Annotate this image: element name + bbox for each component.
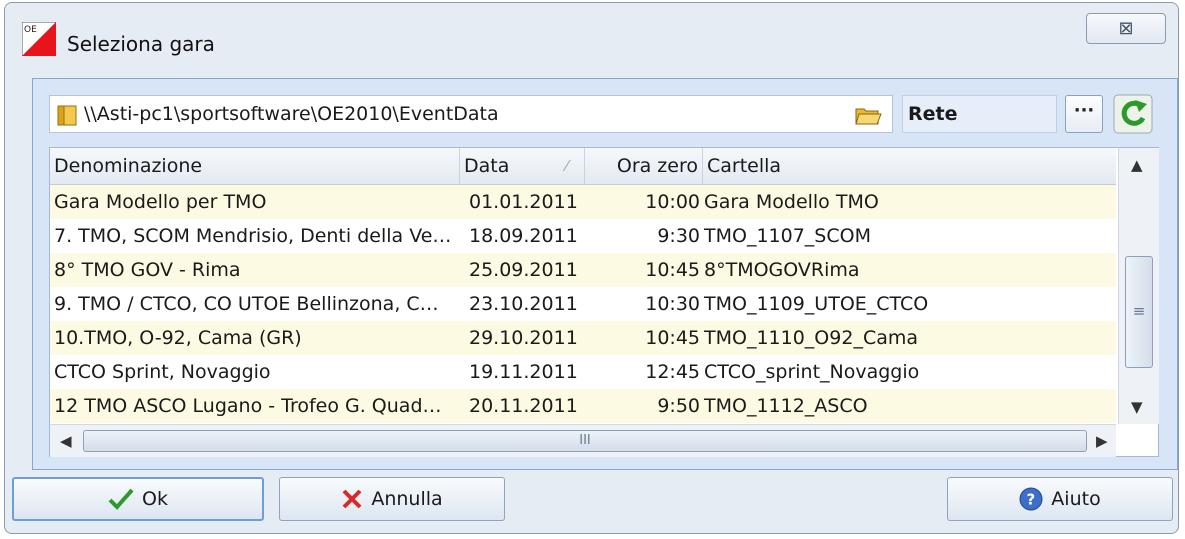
table-row[interactable]: CTCO Sprint, Novaggio 19.11.2011 12:45 C… bbox=[50, 355, 1116, 389]
column-header-date-label: Data bbox=[464, 155, 510, 177]
ok-button[interactable]: Ok bbox=[12, 477, 264, 521]
row-name: 7. TMO, SCOM Mendrisio, Denti della Ve… bbox=[54, 225, 452, 247]
row-folder: CTCO_sprint_Novaggio bbox=[704, 361, 920, 383]
help-button-label: Aiuto bbox=[1051, 488, 1101, 510]
svg-text:?: ? bbox=[1027, 491, 1036, 509]
table-row[interactable]: 8° TMO GOV - Rima 25.09.2011 10:45 8°TMO… bbox=[50, 253, 1116, 287]
row-date: 20.11.2011 bbox=[469, 395, 578, 417]
cancel-button[interactable]: Annulla bbox=[279, 477, 505, 521]
folder-icon bbox=[57, 105, 77, 126]
row-time: 12:45 bbox=[645, 361, 700, 383]
row-time: 10:00 bbox=[645, 191, 700, 213]
table-row[interactable]: 12 TMO ASCO Lugano - Trofeo G. Quad… 20.… bbox=[50, 389, 1116, 423]
row-folder: Gara Modello TMO bbox=[704, 191, 879, 213]
help-button[interactable]: ? Aiuto bbox=[947, 477, 1173, 521]
path-text: \\Asti-pc1\sportsoftware\OE2010\EventDat… bbox=[84, 103, 499, 125]
close-button[interactable]: ⊠ bbox=[1086, 13, 1166, 44]
row-date: 18.09.2011 bbox=[469, 225, 578, 247]
column-header-time-label: Ora zero bbox=[616, 155, 698, 177]
scroll-down-arrow-icon[interactable]: ▼ bbox=[1131, 398, 1143, 416]
scroll-right-arrow-icon[interactable]: ▶ bbox=[1096, 432, 1108, 450]
row-name: Gara Modello per TMO bbox=[54, 191, 267, 213]
ok-button-label: Ok bbox=[142, 488, 168, 510]
column-header-folder[interactable]: Cartella bbox=[703, 148, 1116, 184]
dialog-window: OE Seleziona gara ⊠ \\Asti-pc1\sportsoft… bbox=[4, 2, 1179, 534]
column-header-name-label: Denominazione bbox=[54, 155, 203, 177]
table-row[interactable]: Gara Modello per TMO 01.01.2011 10:00 Ga… bbox=[50, 185, 1116, 219]
sort-ascending-icon: ⁄ bbox=[565, 157, 568, 175]
event-panel: \\Asti-pc1\sportsoftware\OE2010\EventDat… bbox=[32, 78, 1178, 470]
x-icon bbox=[342, 489, 362, 509]
table-row[interactable]: 10.TMO, O-92, Cama (GR) 29.10.2011 10:45… bbox=[50, 321, 1116, 355]
row-time: 10:45 bbox=[645, 327, 700, 349]
close-icon: ⊠ bbox=[1118, 18, 1134, 39]
column-header-name[interactable]: Denominazione bbox=[50, 148, 460, 184]
row-folder: TMO_1109_UTOE_CTCO bbox=[704, 293, 929, 315]
open-folder-icon[interactable] bbox=[854, 103, 882, 127]
row-date: 29.10.2011 bbox=[469, 327, 578, 349]
location-label: Rete bbox=[908, 103, 958, 125]
cancel-button-label: Annulla bbox=[371, 488, 443, 510]
vertical-scroll-thumb[interactable]: ≡ bbox=[1125, 256, 1153, 368]
table-row[interactable]: 9. TMO / CTCO, CO UTOE Bellinzona, C… 23… bbox=[50, 287, 1116, 321]
grip-icon: III bbox=[579, 433, 591, 448]
grip-icon: ≡ bbox=[1132, 302, 1146, 320]
refresh-icon[interactable] bbox=[1113, 94, 1153, 134]
checkmark-icon bbox=[108, 488, 134, 510]
row-name: 10.TMO, O-92, Cama (GR) bbox=[54, 327, 302, 349]
row-name: 12 TMO ASCO Lugano - Trofeo G. Quad… bbox=[54, 395, 442, 417]
horizontal-scrollbar[interactable]: ◀ III ▶ bbox=[50, 424, 1116, 457]
row-date: 23.10.2011 bbox=[469, 293, 578, 315]
row-folder: TMO_1110_O92_Cama bbox=[704, 327, 919, 349]
row-date: 19.11.2011 bbox=[469, 361, 578, 383]
row-date: 25.09.2011 bbox=[469, 259, 578, 281]
browse-button[interactable]: ··· bbox=[1065, 95, 1103, 133]
table-header: Denominazione Data ⁄ Ora zero Cartella bbox=[50, 148, 1116, 185]
column-header-time[interactable]: Ora zero bbox=[585, 148, 703, 184]
row-time: 10:45 bbox=[645, 259, 700, 281]
title-bar: OE Seleziona gara ⊠ bbox=[5, 3, 1178, 75]
row-folder: TMO_1112_ASCO bbox=[704, 395, 868, 417]
events-table: Denominazione Data ⁄ Ora zero Cartella G… bbox=[49, 147, 1159, 457]
path-field[interactable]: \\Asti-pc1\sportsoftware\OE2010\EventDat… bbox=[49, 95, 893, 133]
row-name: CTCO Sprint, Novaggio bbox=[54, 361, 271, 383]
scroll-left-arrow-icon[interactable]: ◀ bbox=[60, 432, 72, 450]
row-name: 8° TMO GOV - Rima bbox=[54, 259, 241, 281]
row-date: 01.01.2011 bbox=[469, 191, 578, 213]
row-time: 9:30 bbox=[657, 225, 700, 247]
row-time: 10:30 bbox=[645, 293, 700, 315]
window-title: Seleziona gara bbox=[67, 32, 215, 56]
row-time: 9:50 bbox=[657, 395, 700, 417]
table-row[interactable]: 7. TMO, SCOM Mendrisio, Denti della Ve… … bbox=[50, 219, 1116, 253]
row-folder: TMO_1107_SCOM bbox=[704, 225, 871, 247]
ellipsis-icon: ··· bbox=[1073, 100, 1095, 121]
location-box: Rete bbox=[902, 95, 1057, 133]
horizontal-scroll-thumb[interactable]: III bbox=[83, 430, 1087, 452]
row-name: 9. TMO / CTCO, CO UTOE Bellinzona, C… bbox=[54, 293, 439, 315]
app-logo-icon: OE bbox=[22, 22, 56, 56]
column-header-folder-label: Cartella bbox=[707, 155, 782, 177]
help-icon: ? bbox=[1019, 487, 1043, 511]
column-header-date[interactable]: Data ⁄ bbox=[460, 148, 585, 184]
scroll-up-arrow-icon[interactable]: ▲ bbox=[1131, 156, 1143, 174]
row-folder: 8°TMOGOVRima bbox=[704, 259, 860, 281]
svg-text:OE: OE bbox=[24, 25, 37, 35]
vertical-scrollbar[interactable]: ▲ ≡ ▼ bbox=[1118, 148, 1159, 424]
